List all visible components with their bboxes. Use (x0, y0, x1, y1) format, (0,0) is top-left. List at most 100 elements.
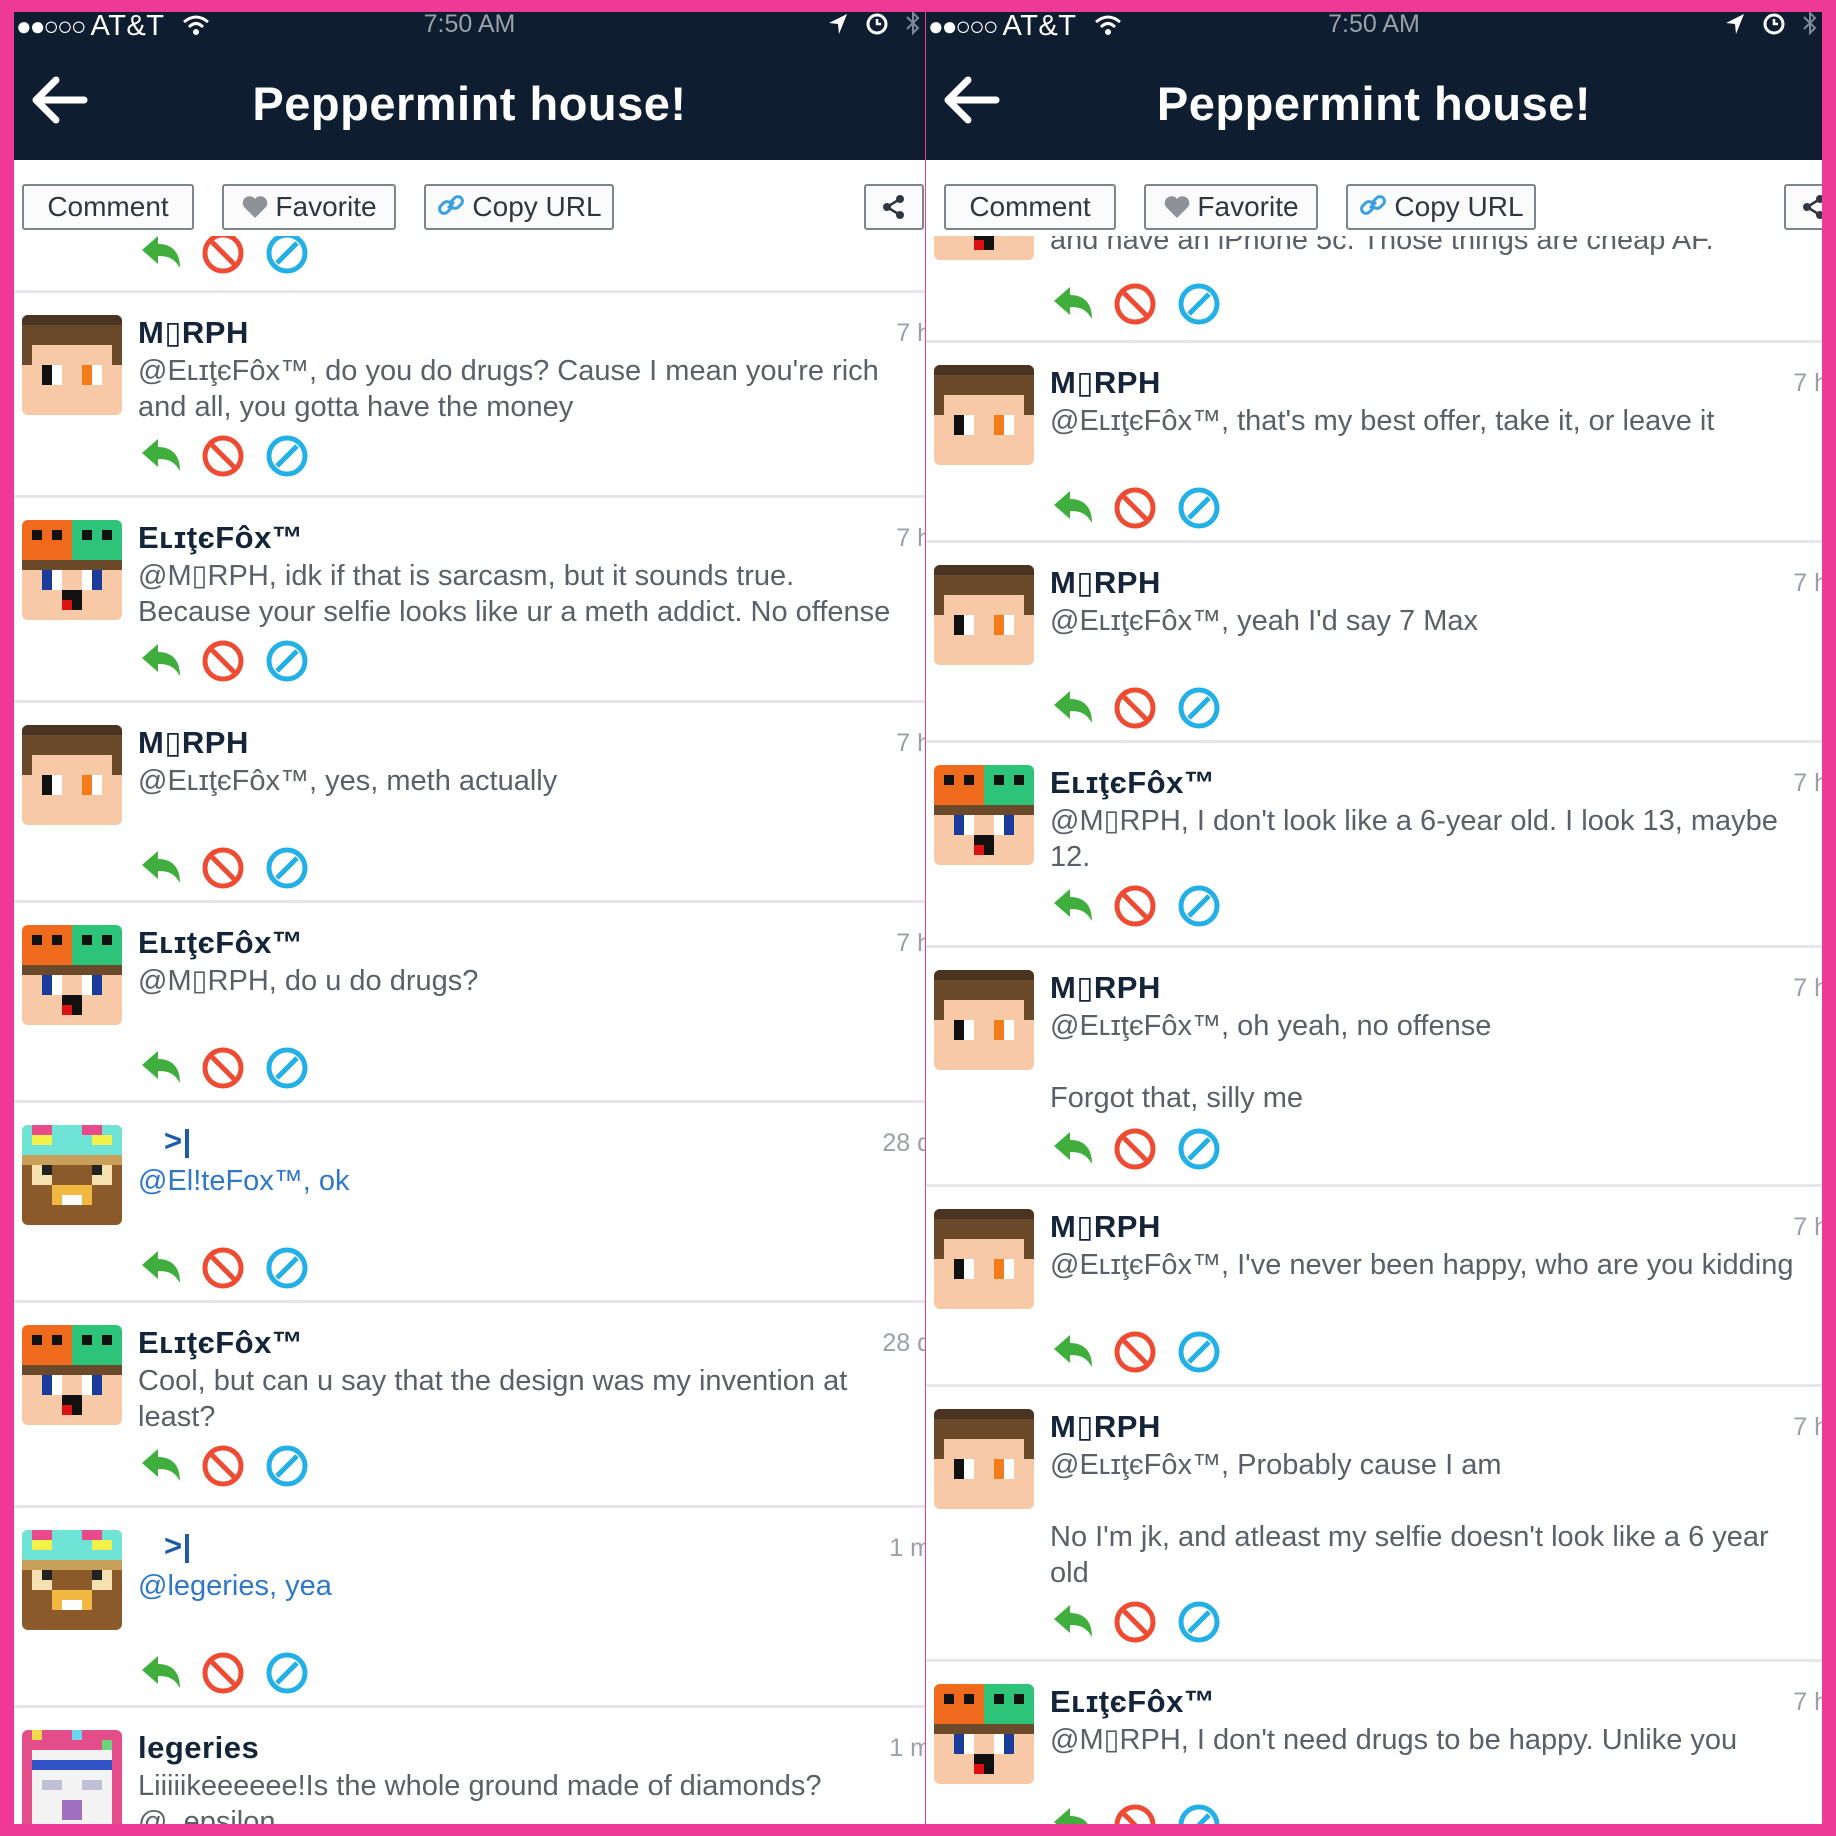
reply-icon[interactable] (1050, 1126, 1096, 1172)
share-button[interactable] (864, 184, 924, 230)
block-icon[interactable] (264, 1443, 310, 1489)
favorite-button[interactable]: Favorite (222, 184, 396, 230)
comment-text: @EʟɪţєFôx™, yes, meth actually (138, 765, 558, 797)
flag-icon[interactable] (1112, 1802, 1158, 1824)
comment-button[interactable]: Comment (22, 184, 194, 230)
username[interactable]: EʟɪţєFôx™ (138, 925, 303, 961)
reply-icon[interactable] (138, 845, 184, 891)
block-icon[interactable] (264, 845, 310, 891)
avatar[interactable] (934, 565, 1034, 665)
username[interactable]: M▯RPH (138, 725, 249, 761)
flag-icon[interactable] (1112, 1126, 1158, 1172)
reply-icon[interactable] (1050, 1802, 1096, 1824)
block-icon[interactable] (1176, 485, 1222, 531)
username[interactable]: EʟɪţєFôx™ (1050, 765, 1215, 801)
username[interactable]: M▯RPH (1050, 565, 1161, 601)
timestamp: 7 h (1793, 1213, 1822, 1241)
left-screenshot: ●●○○○ AT&T 7:50 AM Peppermint house! Comm… (14, 12, 925, 1824)
avatar[interactable] (22, 1125, 122, 1225)
copy-url-button[interactable]: Copy URL (1346, 184, 1536, 230)
block-icon[interactable] (1176, 1599, 1222, 1645)
avatar[interactable] (22, 1730, 122, 1824)
flag-icon[interactable] (1112, 1599, 1158, 1645)
reply-icon[interactable] (138, 1245, 184, 1291)
username[interactable]: legeries (138, 1730, 259, 1766)
reply-icon[interactable] (1050, 883, 1096, 929)
flag-icon[interactable] (1112, 485, 1158, 531)
reply-icon[interactable] (138, 1045, 184, 1091)
timestamp: 28 d (882, 1129, 925, 1157)
reply-icon[interactable] (138, 638, 184, 684)
flag-icon[interactable] (1112, 685, 1158, 731)
block-icon[interactable] (1176, 1802, 1222, 1824)
timestamp: 7 h (1793, 369, 1822, 397)
avatar[interactable] (934, 765, 1034, 865)
flag-icon[interactable] (200, 638, 246, 684)
username[interactable]: M▯RPH (1050, 1209, 1161, 1245)
block-icon[interactable] (264, 638, 310, 684)
avatar[interactable] (934, 970, 1034, 1070)
toolbar: Comment Favorite Copy URL (926, 160, 1822, 240)
location-icon (1725, 14, 1744, 34)
block-icon[interactable] (1176, 883, 1222, 929)
block-icon[interactable] (264, 1045, 310, 1091)
favorite-button[interactable]: Favorite (1144, 184, 1318, 230)
reply-icon[interactable] (138, 1443, 184, 1489)
username[interactable]: M▯RPH (1050, 1409, 1161, 1445)
avatar[interactable] (22, 925, 122, 1025)
flag-icon[interactable] (1112, 1329, 1158, 1375)
avatar[interactable] (934, 1684, 1034, 1784)
page-title: Peppermint house! (252, 77, 687, 130)
avatar[interactable] (934, 1409, 1034, 1509)
block-icon[interactable] (264, 1650, 310, 1696)
block-icon[interactable] (264, 1245, 310, 1291)
flag-icon[interactable] (1112, 281, 1158, 327)
username[interactable]: >| (164, 1528, 192, 1564)
avatar[interactable] (934, 236, 1034, 260)
timestamp: 1 m (889, 1534, 925, 1562)
reply-icon[interactable] (1050, 1599, 1096, 1645)
timestamp: 7 h (1793, 769, 1822, 797)
link-icon (1360, 195, 1387, 215)
reply-icon[interactable] (1050, 485, 1096, 531)
reply-icon[interactable] (138, 433, 184, 479)
username[interactable]: >| (164, 1123, 192, 1159)
comment-item: EʟɪţєFôx™ 7 h @M▯RPH, do u do drugs? (14, 903, 925, 1103)
alarm-icon (866, 13, 888, 35)
link-icon (438, 195, 465, 215)
share-button[interactable] (1784, 184, 1822, 230)
flag-icon[interactable] (200, 1650, 246, 1696)
block-icon[interactable] (1176, 281, 1222, 327)
reply-icon[interactable] (1050, 685, 1096, 731)
username[interactable]: M▯RPH (1050, 365, 1161, 401)
avatar[interactable] (22, 1530, 122, 1630)
avatar[interactable] (22, 315, 122, 415)
username[interactable]: EʟɪţєFôx™ (1050, 1684, 1215, 1720)
avatar[interactable] (22, 520, 122, 620)
reply-icon[interactable] (1050, 281, 1096, 327)
flag-icon[interactable] (200, 1245, 246, 1291)
username[interactable]: M▯RPH (138, 315, 249, 351)
reply-icon[interactable] (1050, 1329, 1096, 1375)
username[interactable]: M▯RPH (1050, 970, 1161, 1006)
avatar[interactable] (934, 365, 1034, 465)
block-icon[interactable] (1176, 1329, 1222, 1375)
username[interactable]: EʟɪţєFôx™ (138, 520, 303, 556)
block-icon[interactable] (1176, 685, 1222, 731)
flag-icon[interactable] (200, 845, 246, 891)
flag-icon[interactable] (200, 1045, 246, 1091)
avatar[interactable] (22, 1325, 122, 1425)
block-icon[interactable] (264, 433, 310, 479)
reply-icon[interactable] (138, 1650, 184, 1696)
copy-url-button[interactable]: Copy URL (424, 184, 614, 230)
flag-icon[interactable] (1112, 883, 1158, 929)
page-title: Peppermint house! (1156, 77, 1592, 130)
flag-icon[interactable] (200, 1443, 246, 1489)
comment-button[interactable]: Comment (944, 184, 1116, 230)
username[interactable]: EʟɪţєFôx™ (138, 1325, 303, 1361)
comment-item: and have an iPhone 5c. Those things are … (926, 236, 1822, 343)
flag-icon[interactable] (200, 433, 246, 479)
avatar[interactable] (22, 725, 122, 825)
block-icon[interactable] (1176, 1126, 1222, 1172)
avatar[interactable] (934, 1209, 1034, 1309)
